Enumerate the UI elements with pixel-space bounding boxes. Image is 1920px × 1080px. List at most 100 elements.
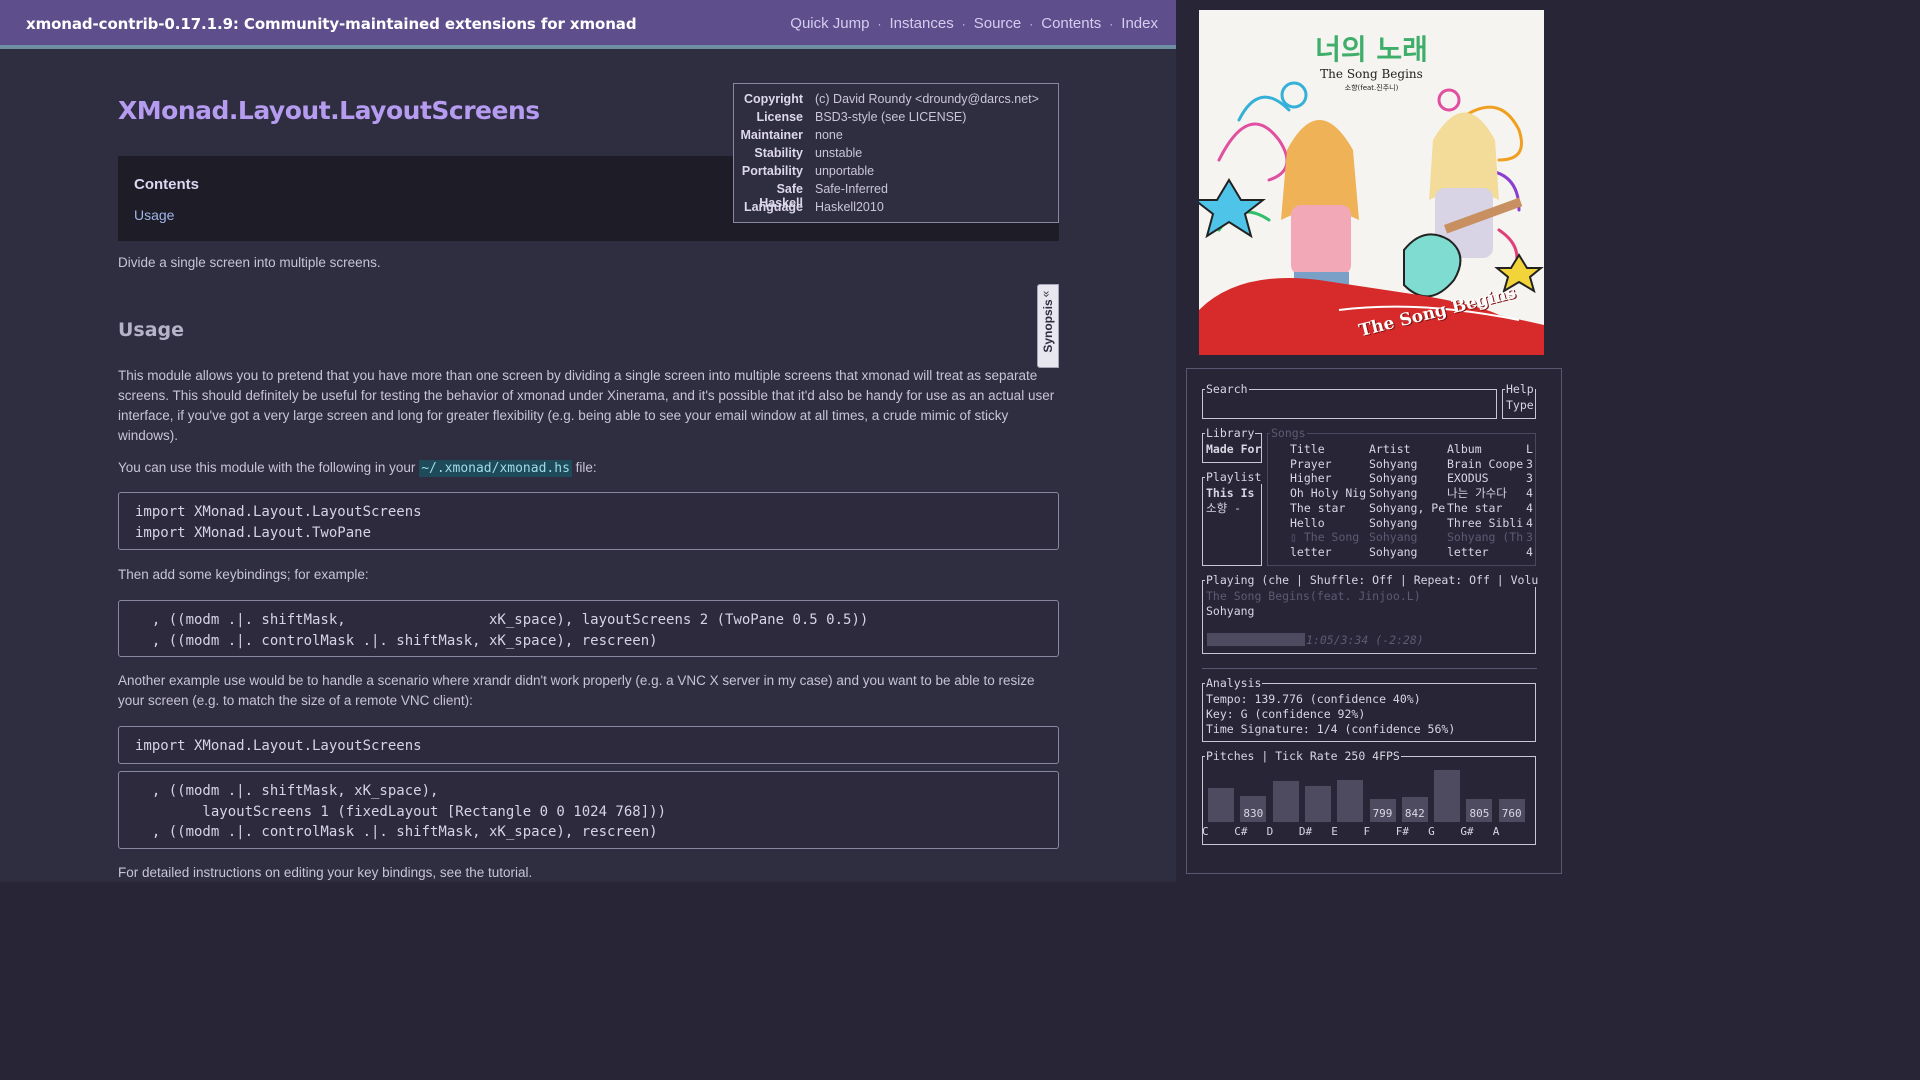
search-box[interactable]: Search xyxy=(1202,382,1497,419)
usage-paragraph-2: You can use this module with the followi… xyxy=(118,460,597,477)
playlist-item[interactable]: This Is xyxy=(1206,486,1254,501)
nav-separator: · xyxy=(1029,16,1034,31)
pitch-note-label: F# xyxy=(1395,825,1410,838)
song-album: 나는 가수다 xyxy=(1447,486,1507,501)
album-art: 너의 노래 The Song Begins 소향(feat.진주니) The S… xyxy=(1199,10,1544,355)
divider xyxy=(1202,668,1537,669)
code-block-keybindings: , ((modm .|. shiftMask, xK_space), layou… xyxy=(118,600,1059,657)
song-album: letter xyxy=(1447,544,1489,559)
song-artist: Sohyang xyxy=(1369,456,1418,471)
pitch-bar-value: 842 xyxy=(1404,807,1425,820)
code-block-fixed-layout: , ((modm .|. shiftMask, xK_space), layou… xyxy=(118,771,1059,849)
code-block-imports: import XMonad.Layout.LayoutScreens impor… xyxy=(118,492,1059,550)
analysis-label: Analysis xyxy=(1205,676,1263,690)
info-row-safe-haskell: Safe Haskell Safe-Inferred xyxy=(759,182,888,210)
column-header-artist[interactable]: Artist xyxy=(1369,442,1411,457)
nav-source[interactable]: Source xyxy=(974,15,1022,32)
info-row-maintainer: Maintainer none xyxy=(740,128,843,142)
module-description: Divide a single screen into multiple scr… xyxy=(118,255,381,270)
music-player-terminal: 너의 노래 The Song Begins 소향(feat.진주니) The S… xyxy=(1176,0,1568,882)
info-row-stability: Stability unstable xyxy=(754,146,863,160)
song-title: The star xyxy=(1290,500,1346,515)
pitch-bar-e xyxy=(1337,779,1364,822)
songs-label: Songs xyxy=(1270,426,1307,440)
usage-paragraph-3: Then add some keybindings; for example: xyxy=(118,567,369,582)
library-item-made-for[interactable]: Made For xyxy=(1206,442,1261,457)
songs-table: Title Artist Album L Prayer Sohyang Brain … xyxy=(1290,442,1535,562)
help-label: Help xyxy=(1505,382,1535,396)
now-playing-status: Playing (che | Shuffle: Off | Repeat: Of… xyxy=(1205,573,1540,587)
pitch-bar-c xyxy=(1208,788,1234,822)
nav-contents[interactable]: Contents xyxy=(1041,15,1101,32)
songs-box: Songs Title Artist Album L Prayer Sohyang… xyxy=(1267,426,1536,566)
info-row-portability: Portability unportable xyxy=(741,164,875,178)
column-header-title[interactable]: Title xyxy=(1290,442,1325,457)
top-nav: Quick Jump · Instances · Source · Conten… xyxy=(790,15,1158,32)
nav-quick-jump[interactable]: Quick Jump xyxy=(790,15,869,32)
song-artist: Sohyang xyxy=(1369,530,1418,545)
column-header-album[interactable]: Album xyxy=(1447,442,1482,457)
nav-separator: · xyxy=(1109,16,1114,31)
progress-fill xyxy=(1207,633,1305,646)
column-header-length[interactable]: L xyxy=(1526,442,1533,457)
pitch-bar-value: 805 xyxy=(1469,807,1490,820)
synopsis-toggle[interactable]: « Synopsis xyxy=(1037,284,1059,368)
pitch-note-label: F xyxy=(1363,825,1371,838)
pitch-bar-value: 799 xyxy=(1372,807,1393,820)
pitch-bar-g xyxy=(1434,770,1461,822)
song-length: 3 xyxy=(1526,456,1533,471)
song-album: Sohyang (Th xyxy=(1447,530,1524,545)
nav-index[interactable]: Index xyxy=(1121,15,1158,32)
code-block-import-2: import XMonad.Layout.LayoutScreens xyxy=(118,726,1059,764)
song-length: 4 xyxy=(1526,544,1533,559)
help-box: Help Type xyxy=(1502,382,1536,419)
pitch-chart: C 830 C# D D# E 799 F 842 F# G 805 G# 760 A xyxy=(1202,757,1532,844)
song-artist: Sohyang, Pe xyxy=(1369,500,1445,515)
contents-heading: Contents xyxy=(134,176,199,193)
song-title: Higher xyxy=(1290,471,1332,486)
info-row-copyright: Copyright (c) David Roundy <droundy@darcs… xyxy=(743,92,1039,106)
search-label: Search xyxy=(1205,382,1249,396)
song-artist: Sohyang xyxy=(1369,515,1418,530)
song-album: Three Sibli xyxy=(1447,515,1524,530)
analysis-box: Analysis Tempo: 139.776 (confidence 40%)… xyxy=(1202,676,1536,742)
module-info-table: Copyright (c) David Roundy <droundy@darcs… xyxy=(733,83,1059,223)
pitch-note-label: E xyxy=(1331,825,1338,838)
song-title: Oh Holy Nig xyxy=(1290,486,1367,501)
contents-usage-link[interactable]: Usage xyxy=(134,207,174,223)
analysis-tempo: Tempo: 139.776 (confidence 40%) xyxy=(1206,692,1421,706)
song-length: 3 xyxy=(1526,471,1533,486)
song-length: 4 xyxy=(1526,515,1533,530)
playlist-label: Playlist xyxy=(1205,470,1263,484)
playlist-item[interactable]: 소향 - xyxy=(1206,501,1241,516)
usage-paragraph-4: Another example use would be to handle a… xyxy=(118,673,1035,708)
usage-paragraph-1: This module allows you to pretend that y… xyxy=(118,368,1055,443)
song-artist: Sohyang xyxy=(1369,544,1418,559)
nav-instances[interactable]: Instances xyxy=(890,15,954,32)
song-length: 4 xyxy=(1526,500,1533,515)
pitch-note-label: D# xyxy=(1298,825,1313,838)
nav-separator: · xyxy=(961,16,966,31)
pitch-bar-d-sharp xyxy=(1304,786,1331,822)
pitch-note-label: G# xyxy=(1460,825,1474,838)
album-title-english: The Song Begins xyxy=(1320,67,1423,81)
analysis-key: Key: G (confidence 92%) xyxy=(1206,707,1366,721)
song-title: Prayer xyxy=(1290,456,1332,471)
config-path-code: ~/.xmonad/xmonad.hs xyxy=(419,460,572,477)
song-album: Brain Coope xyxy=(1447,456,1524,471)
song-artist: Sohyang xyxy=(1369,486,1418,501)
analysis-time-signature: Time Signature: 1/4 (confidence 56%) xyxy=(1206,722,1456,736)
usage-heading: Usage xyxy=(118,319,185,341)
pitch-bar-value: 760 xyxy=(1501,807,1522,820)
now-playing-artist: Sohyang xyxy=(1206,604,1255,618)
pitch-note-label: G xyxy=(1428,825,1435,838)
song-artist: Sohyang xyxy=(1369,471,1418,486)
pitch-note-label: A xyxy=(1492,825,1500,838)
playlist-box: Playlist This Is 소향 - xyxy=(1202,470,1263,566)
usage-paragraph-5: For detailed instructions on editing you… xyxy=(118,865,533,880)
library-label: Library xyxy=(1205,426,1256,440)
info-row-language: Language Haskell2010 xyxy=(743,200,884,214)
now-playing-track: The Song Begins(feat. Jinjoo.L) xyxy=(1206,589,1421,603)
library-box: Library Made For xyxy=(1202,426,1262,463)
progress-time: 1:05/3:34 (-2:28) xyxy=(1306,633,1424,647)
